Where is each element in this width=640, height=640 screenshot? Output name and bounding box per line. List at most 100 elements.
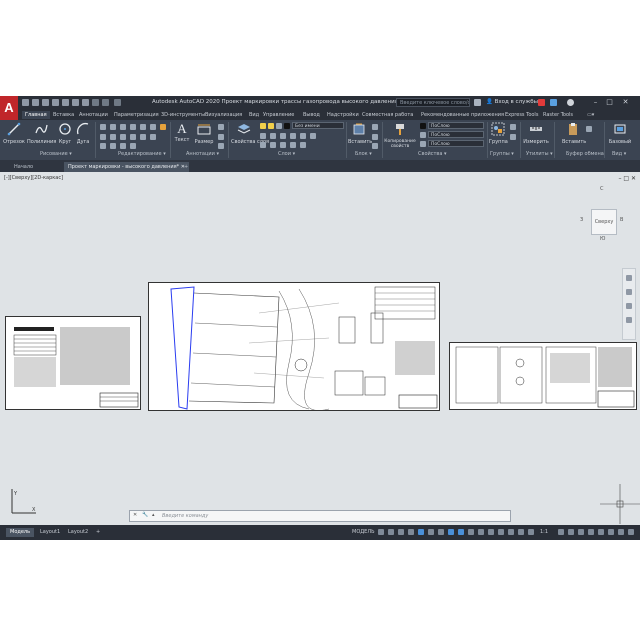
join-icon[interactable] — [110, 143, 116, 149]
compass-east[interactable]: В — [620, 217, 623, 223]
save-as-icon[interactable] — [52, 99, 59, 106]
linetype-dropdown[interactable]: ПоСлою — [428, 140, 484, 147]
layer-unlock-icon[interactable] — [300, 142, 306, 148]
lock-icon[interactable] — [276, 123, 282, 129]
zoom-icon[interactable] — [626, 303, 632, 309]
utilities-panel-label[interactable]: Утилиты ▾ — [526, 151, 553, 157]
ribbon-tab-addins[interactable]: Надстройки — [324, 111, 362, 119]
annotation-monitor-icon[interactable] — [568, 529, 574, 535]
erase-icon[interactable] — [130, 124, 136, 130]
steering-wheel-icon[interactable] — [626, 275, 632, 281]
ribbon-tab-manage[interactable]: Управление — [260, 111, 297, 119]
copy-clip-icon[interactable] — [586, 126, 592, 132]
leader-icon[interactable] — [218, 134, 224, 140]
ribbon-tab-featured-apps[interactable]: Рекомендованные приложения — [418, 111, 507, 119]
viewport-controls[interactable]: [-][Сверху][2D-каркас] — [4, 175, 63, 181]
units-icon[interactable] — [578, 529, 584, 535]
binoculars-icon[interactable] — [474, 99, 481, 106]
snap-icon[interactable] — [388, 529, 394, 535]
ribbon-tab-parametric[interactable]: Параметризация — [111, 111, 162, 119]
scale-icon[interactable] — [130, 134, 136, 140]
draw-panel-label[interactable]: Рисование ▾ — [40, 151, 72, 157]
ribbon-tab-home[interactable]: Главная — [22, 111, 50, 119]
model-space-button[interactable]: МОДЕЛЬ — [352, 529, 375, 535]
sign-in-button[interactable]: 👤 Вход в службы ▾ — [486, 99, 543, 105]
dynamic-input-icon[interactable] — [408, 529, 414, 535]
save-icon[interactable] — [42, 99, 49, 106]
annotation-scale[interactable]: 1:1 — [540, 529, 548, 535]
copy-icon[interactable] — [140, 124, 146, 130]
layout-tab-layout1[interactable]: Layout1 — [36, 528, 64, 537]
annotation-panel-label[interactable]: Аннотации ▾ — [186, 151, 219, 157]
polar-icon[interactable] — [428, 529, 434, 535]
autodesk-app-store-icon[interactable] — [538, 99, 545, 106]
edit-block-icon[interactable] — [372, 134, 378, 140]
annotation-visibility-icon[interactable] — [518, 529, 524, 535]
layer-properties-button[interactable]: Свойства слоя — [231, 122, 269, 145]
group-button[interactable]: Группа — [489, 122, 508, 145]
workspace-switching-icon[interactable] — [558, 529, 564, 535]
undo-icon[interactable] — [92, 99, 99, 106]
color-dropdown[interactable]: ПоСлою — [428, 122, 484, 129]
compass-north[interactable]: С — [600, 186, 604, 192]
mtext-icon[interactable] — [218, 143, 224, 149]
ribbon-tab-3d-tools[interactable]: 3D-инструменты — [158, 111, 208, 119]
move-icon[interactable] — [100, 124, 106, 130]
polyline-button[interactable]: Полилиния — [27, 122, 56, 145]
text-button[interactable]: A Текст — [174, 122, 190, 144]
compass-west[interactable]: З — [580, 217, 583, 223]
close-command-line-icon[interactable]: ✕ — [133, 512, 137, 518]
fillet-icon[interactable] — [100, 134, 106, 140]
circle-button[interactable]: Круг — [57, 122, 73, 145]
command-customize-icon[interactable]: 🔧 — [142, 512, 148, 518]
ungroup-icon[interactable] — [510, 124, 516, 130]
ribbon-tab-output[interactable]: Вывод — [300, 111, 323, 119]
layer-freeze-icon[interactable] — [300, 133, 306, 139]
groups-panel-label[interactable]: Группы ▾ — [490, 151, 514, 157]
new-file-icon[interactable] — [22, 99, 29, 106]
isolate-objects-icon[interactable] — [608, 529, 614, 535]
infer-constraints-icon[interactable] — [398, 529, 404, 535]
viewport-window-controls[interactable]: – □ ✕ — [618, 175, 636, 182]
ribbon-tab-raster-tools[interactable]: Raster Tools — [540, 111, 576, 119]
layer-off-icon[interactable] — [280, 133, 286, 139]
close-icon[interactable]: ✕ — [622, 99, 629, 106]
lineweight-display-icon[interactable] — [468, 529, 474, 535]
compass-south[interactable]: Ю — [600, 236, 605, 242]
dynamic-ucs-icon[interactable] — [508, 529, 514, 535]
layer-walk-icon[interactable] — [260, 142, 266, 148]
chamfer-icon[interactable] — [120, 143, 126, 149]
create-block-icon[interactable] — [372, 124, 378, 130]
orbit-icon[interactable] — [626, 317, 632, 323]
layer-isolate-icon[interactable] — [290, 133, 296, 139]
layer-match-icon[interactable] — [270, 133, 276, 139]
search-input[interactable]: Введите ключевое слово/фразу — [396, 98, 470, 107]
ribbon-tab-express-tools[interactable]: Express Tools — [502, 111, 541, 119]
ribbon-tab-visualize[interactable]: Визуализация — [202, 111, 245, 119]
stretch-icon[interactable] — [120, 134, 126, 140]
object-snap-icon[interactable] — [458, 529, 464, 535]
web-icon[interactable] — [62, 99, 69, 106]
insert-block-button[interactable]: Вставить — [348, 122, 372, 145]
layer-color-icon[interactable] — [284, 123, 290, 129]
sun-icon[interactable] — [268, 123, 274, 129]
ribbon-tab-collaborate[interactable]: Совместная работа — [359, 111, 416, 119]
layers-panel-label[interactable]: Слои ▾ — [278, 151, 295, 157]
customization-menu-icon[interactable] — [628, 529, 634, 535]
ortho-icon[interactable] — [418, 529, 424, 535]
line-button[interactable]: Отрезок — [3, 122, 25, 145]
mirror-icon[interactable] — [150, 124, 156, 130]
maximize-icon[interactable]: □ — [606, 99, 613, 106]
autocad-logo[interactable]: A — [0, 96, 18, 122]
view-panel-label[interactable]: Вид ▾ — [612, 151, 626, 157]
auto-scale-icon[interactable] — [528, 529, 534, 535]
viewcube[interactable]: Сверху — [591, 209, 617, 235]
array-icon[interactable] — [140, 134, 146, 140]
trim-icon[interactable] — [120, 124, 126, 130]
file-tab-start[interactable]: Начало — [10, 162, 37, 172]
new-tab-button[interactable]: + — [180, 162, 192, 172]
pan-icon[interactable] — [626, 289, 632, 295]
command-input[interactable]: Введите команду — [162, 513, 208, 519]
lineweight-dropdown[interactable]: ПоСлою — [428, 131, 484, 138]
offset-icon[interactable] — [150, 134, 156, 140]
